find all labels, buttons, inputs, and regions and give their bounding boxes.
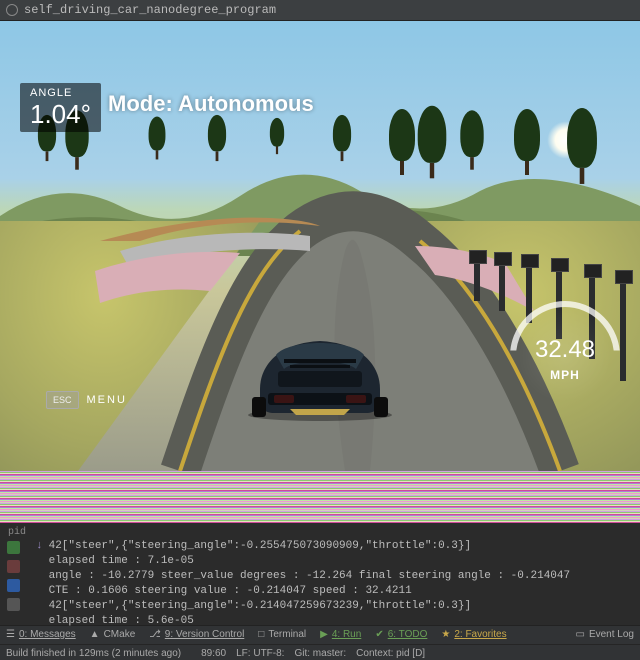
tree-icon [574, 108, 590, 184]
speed-value: 32.48 [535, 336, 595, 364]
console-tabstrip: pid [8, 525, 632, 539]
window-title: self_driving_car_nanodegree_program [24, 0, 276, 20]
esc-key-icon: ESC [46, 391, 79, 409]
simulator-viewport: ANGLE 1.04° Mode: Autonomous ESC MENU 32… [0, 21, 640, 471]
window-control-icon[interactable] [6, 4, 18, 16]
tree-icon [273, 118, 281, 154]
angle-readout: ANGLE 1.04° [20, 83, 101, 132]
console-output[interactable]: ↓42["steer",{"steering_angle":-0.2554750… [36, 539, 632, 629]
speedometer: 32.48 MPH [510, 301, 620, 411]
git-branch[interactable]: Git: master: [294, 645, 346, 660]
encoding[interactable]: LF: UTF-8: [236, 645, 284, 660]
road-post [474, 261, 480, 301]
angle-label: ANGLE [30, 87, 91, 99]
tree-icon [520, 109, 534, 175]
profiler-timeline[interactable] [0, 471, 640, 523]
tree-icon [395, 109, 409, 175]
tree-icon [212, 115, 222, 161]
tree-icon [152, 117, 161, 160]
mode-text: Mode: Autonomous [108, 91, 314, 117]
run-config-label: pid [8, 525, 26, 540]
rerun-icon[interactable] [7, 541, 20, 554]
road-post [499, 263, 505, 311]
menu-label: MENU [87, 394, 127, 406]
build-status: Build finished in 129ms (2 minutes ago) [6, 645, 181, 660]
speed-unit: MPH [550, 368, 580, 382]
tree-icon [337, 115, 347, 161]
window-titlebar: self_driving_car_nanodegree_program [0, 0, 640, 21]
road-post [620, 281, 626, 381]
car-icon [230, 311, 410, 421]
run-console: pid ↓42["steer",{"steering_angle":-0.255… [0, 523, 640, 625]
tree-icon [466, 110, 479, 169]
caret-position[interactable]: 89:60 [201, 645, 226, 660]
stop-icon[interactable] [7, 560, 20, 573]
angle-value: 1.04° [30, 99, 91, 130]
menu-button[interactable]: ESC MENU [46, 391, 127, 409]
pause-icon[interactable] [7, 579, 20, 592]
context[interactable]: Context: pid [D] [356, 645, 425, 660]
status-bar: Build finished in 129ms (2 minutes ago) … [0, 644, 640, 660]
step-icon[interactable] [7, 598, 20, 611]
console-gutter [0, 539, 26, 625]
tree-icon [424, 106, 439, 179]
